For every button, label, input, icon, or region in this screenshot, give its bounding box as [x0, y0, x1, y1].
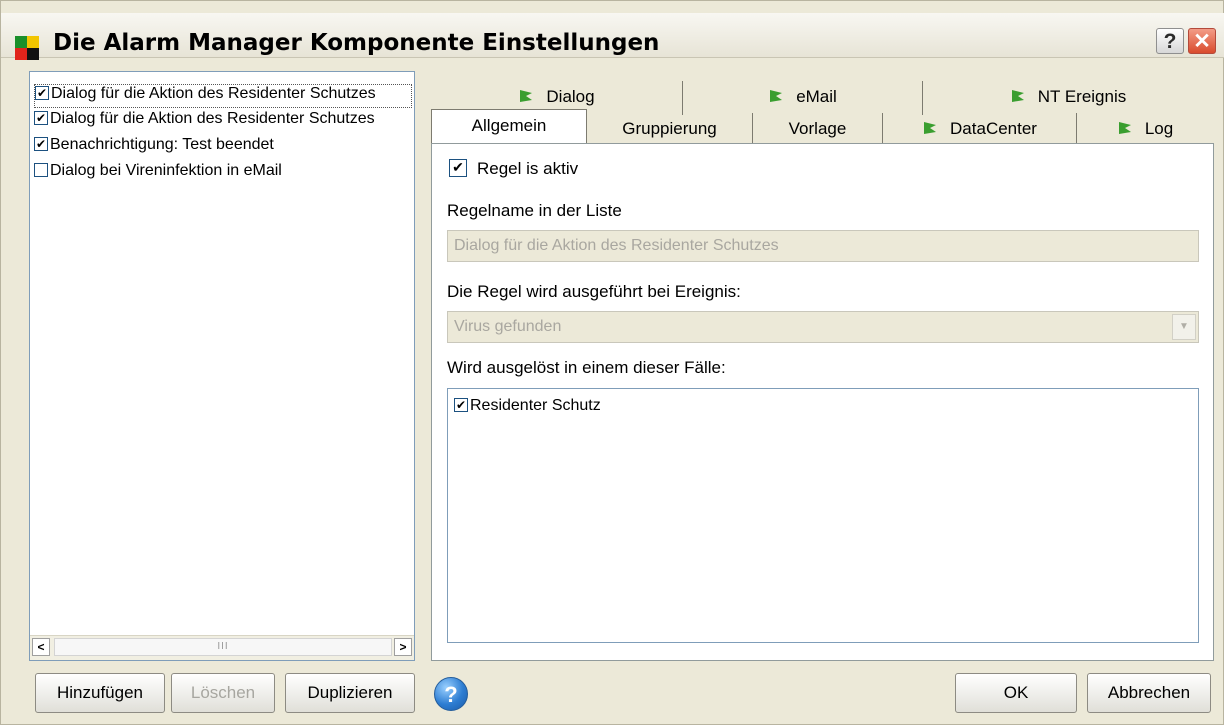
case-label: Residenter Schutz	[470, 397, 601, 414]
rule-label: Benachrichtigung: Test beendet	[50, 136, 274, 153]
duplicate-button[interactable]: Duplizieren	[285, 673, 415, 713]
rule-item[interactable]: Dialog bei Vireninfektion in eMail	[34, 162, 412, 186]
scroll-thumb[interactable]: III	[54, 638, 392, 656]
rule-name-label: Regelname in der Liste	[447, 201, 622, 220]
close-button[interactable]: ✕	[1188, 28, 1216, 54]
cases-label: Wird ausgelöst in einem dieser Fälle:	[447, 358, 726, 377]
rules-list[interactable]: ✔ Dialog für die Aktion des Residenter Sc…	[29, 71, 415, 661]
rule-checkbox[interactable]: ✔	[34, 136, 48, 151]
delete-button[interactable]: Löschen	[171, 673, 275, 713]
rule-item[interactable]: ✔ Dialog für die Aktion des Residenter Sc…	[34, 84, 412, 108]
tab-datacenter[interactable]: DataCenter	[883, 113, 1077, 147]
add-button[interactable]: Hinzufügen	[35, 673, 165, 713]
tab-nt-ereignis[interactable]: NT Ereignis	[923, 81, 1213, 115]
title-bar: Die Alarm Manager Komponente Einstellung…	[1, 13, 1224, 60]
tab-label: Allgemein	[471, 116, 547, 135]
green-flag-icon	[924, 121, 937, 134]
rule-active-label: Regel is aktiv	[477, 159, 579, 178]
tab-label: NT Ereignis	[1037, 87, 1127, 106]
cancel-button[interactable]: Abbrechen	[1087, 673, 1211, 713]
checkbox-check-icon: ✔	[449, 158, 467, 177]
green-flag-icon	[1118, 121, 1131, 134]
rule-checkbox[interactable]: ✔	[35, 85, 49, 100]
cases-list[interactable]: ✔ Residenter Schutz	[447, 388, 1199, 643]
rule-name-field[interactable]: Dialog für die Aktion des Residenter Sch…	[447, 230, 1199, 262]
rule-label: Dialog für die Aktion des Residenter Sch…	[51, 85, 376, 102]
tab-label: Vorlage	[788, 119, 847, 138]
event-label: Die Regel wird ausgeführt bei Ereignis:	[447, 282, 741, 301]
tab-gruppierung[interactable]: Gruppierung	[587, 113, 753, 147]
rule-label: Dialog für die Aktion des Residenter Sch…	[50, 110, 375, 127]
event-dropdown[interactable]: Virus gefunden ▼	[447, 311, 1199, 343]
rule-checkbox[interactable]	[34, 162, 48, 177]
help-title-button[interactable]: ?	[1156, 28, 1184, 54]
event-value: Virus gefunden	[454, 318, 562, 335]
rule-item[interactable]: ✔ Benachrichtigung: Test beendet	[34, 136, 412, 160]
rule-label: Dialog bei Vireninfektion in eMail	[50, 162, 282, 179]
tab-label: Log	[1144, 119, 1174, 138]
window-title: Die Alarm Manager Komponente Einstellung…	[53, 30, 660, 56]
app-logo-icon	[15, 36, 39, 60]
tab-label: eMail	[796, 87, 837, 106]
rule-item[interactable]: ✔ Dialog für die Aktion des Residenter Sc…	[34, 110, 412, 134]
case-checkbox[interactable]: ✔	[454, 397, 468, 412]
settings-dialog: Die Alarm Manager Komponente Einstellung…	[0, 0, 1224, 725]
ok-button[interactable]: OK	[955, 673, 1077, 713]
tab-allgemein[interactable]: Allgemein	[431, 109, 587, 145]
green-flag-icon	[520, 89, 533, 102]
help-icon[interactable]: ?	[434, 677, 468, 711]
tab-label: Gruppierung	[622, 119, 717, 138]
scroll-right-button[interactable]: >	[394, 638, 412, 656]
rule-active-checkbox[interactable]: ✔ Regel is aktiv	[449, 158, 579, 179]
rule-checkbox[interactable]: ✔	[34, 110, 48, 125]
case-item[interactable]: ✔ Residenter Schutz	[454, 397, 601, 415]
green-flag-icon	[770, 89, 783, 102]
green-flag-icon	[1011, 89, 1024, 102]
horizontal-scrollbar[interactable]: < III >	[30, 635, 414, 660]
tab-email[interactable]: eMail	[683, 81, 923, 115]
tab-label: Dialog	[546, 87, 595, 106]
tab-vorlage[interactable]: Vorlage	[753, 113, 883, 147]
scroll-left-button[interactable]: <	[32, 638, 50, 656]
tab-log[interactable]: Log	[1077, 113, 1213, 147]
chevron-down-icon[interactable]: ▼	[1172, 314, 1196, 340]
tab-label: DataCenter	[950, 119, 1037, 138]
